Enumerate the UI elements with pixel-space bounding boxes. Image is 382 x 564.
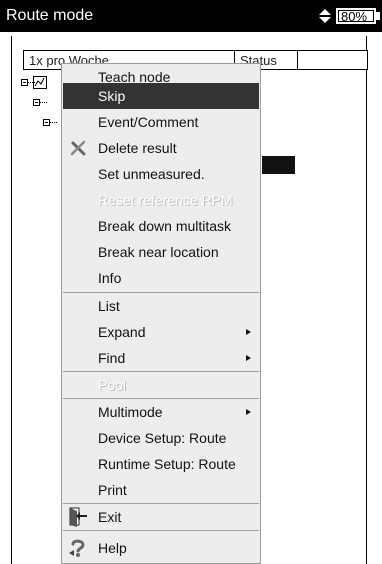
menu-item-break-down-multitask[interactable]: Break down multitask xyxy=(63,213,259,239)
submenu-arrow-icon xyxy=(246,355,251,361)
menu-item-pool: Pool xyxy=(63,372,259,398)
menu-item-label: Runtime Setup: Route xyxy=(98,456,236,472)
tree-collapse-icon[interactable] xyxy=(43,116,57,128)
tree-collapse-icon[interactable] xyxy=(33,96,47,108)
menu-item-find[interactable]: Find xyxy=(63,345,259,371)
route-mode-screen: Route mode 80% 1x pro Woche Status Teach… xyxy=(0,0,382,564)
menu-item-set-unmeasured[interactable]: Set unmeasured. xyxy=(63,161,259,187)
menu-separator xyxy=(63,530,259,531)
window-title: Route mode xyxy=(6,7,94,24)
route-node-icon[interactable] xyxy=(33,74,63,90)
battery-icon: 80% xyxy=(336,8,382,24)
menu-item-print[interactable]: Print xyxy=(63,477,259,503)
menu-item-label: Device Setup: Route xyxy=(98,430,227,446)
menu-item-label: Event/Comment xyxy=(98,114,199,130)
menu-item-label: Skip xyxy=(98,88,126,104)
column-divider xyxy=(297,51,298,69)
menu-item-list[interactable]: List xyxy=(63,293,259,319)
submenu-arrow-icon xyxy=(246,409,251,415)
menu-item-label: Break near location xyxy=(98,244,219,260)
menu-item-event-comment[interactable]: Event/Comment xyxy=(63,109,259,135)
menu-item-delete-result[interactable]: Delete result xyxy=(63,135,259,161)
selected-row-status-cell[interactable] xyxy=(262,156,295,174)
submenu-arrow-icon xyxy=(246,329,251,335)
menu-item-info[interactable]: Info xyxy=(63,265,259,291)
title-bar: Route mode 80% xyxy=(0,0,382,32)
menu-item-break-near-location[interactable]: Break near location xyxy=(63,239,259,265)
menu-item-label: Pool xyxy=(98,377,127,393)
menu-item-label: Help xyxy=(98,540,127,556)
battery-body: 80% xyxy=(336,8,376,24)
charging-arrows-icon xyxy=(319,9,331,23)
battery-level: 80% xyxy=(341,9,368,24)
exit-door-icon xyxy=(67,506,89,528)
menu-item-label: Expand xyxy=(98,324,146,340)
menu-item-expand[interactable]: Expand xyxy=(63,319,259,345)
menu-item-label: Delete result xyxy=(98,140,177,156)
context-menu: Teach node Skip Event/Comment Delete res… xyxy=(61,63,261,564)
menu-item-label: Info xyxy=(98,270,122,286)
menu-item-help[interactable]: Help xyxy=(63,535,259,561)
menu-item-label: Reset reference RPM xyxy=(98,192,233,208)
help-question-icon xyxy=(67,537,89,559)
battery-tip xyxy=(376,12,380,20)
menu-item-label: List xyxy=(98,298,120,314)
menu-item-skip[interactable]: Skip xyxy=(63,83,259,109)
menu-item-label: Multimode xyxy=(98,404,163,420)
menu-item-device-setup-route[interactable]: Device Setup: Route xyxy=(63,425,259,451)
menu-item-label: Set unmeasured. xyxy=(98,166,205,182)
menu-item-label: Find xyxy=(98,350,126,366)
menu-item-label: Print xyxy=(98,482,127,498)
menu-item-exit[interactable]: Exit xyxy=(63,504,259,530)
menu-item-reset-reference-rpm: Reset reference RPM xyxy=(63,187,259,213)
menu-item-label: Exit xyxy=(98,509,122,525)
menu-item-multimode[interactable]: Multimode xyxy=(63,399,259,425)
delete-x-icon xyxy=(67,137,89,159)
menu-item-label: Break down multitask xyxy=(98,218,232,234)
menu-item-runtime-setup-route[interactable]: Runtime Setup: Route xyxy=(63,451,259,477)
